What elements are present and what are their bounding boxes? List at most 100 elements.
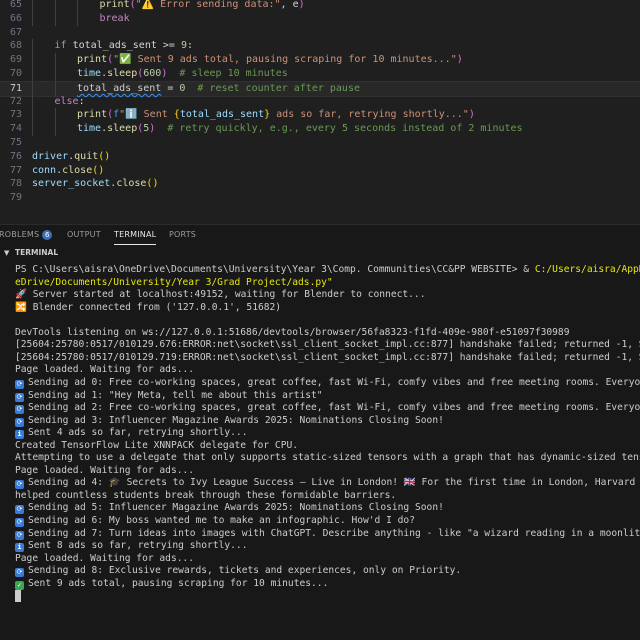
terminal-output[interactable]: PS C:\Users\aisra\OneDrive\Documents\Uni… [0, 261, 640, 640]
terminal-text: 🔀 Blender connected from ('127.0.0.1', 5… [15, 301, 282, 313]
code-line[interactable]: 69 print("✅ Sent 9 ads total, pausing scr… [0, 53, 640, 68]
terminal-line: [25604:25780:0517/010129.676:ERROR:net\s… [15, 339, 640, 352]
tab-ports[interactable]: PORTS [169, 225, 196, 245]
terminal-text: Sent 8 ads so far, retrying shortly... [28, 540, 248, 552]
code-line[interactable]: 65 print("⚠️ Error sending data:", e) [0, 0, 640, 12]
tab-label: PORTS [169, 230, 197, 239]
terminal-line: i Sent 4 ads so far, retrying shortly... [15, 427, 248, 440]
repeat-icon: ⟳ [15, 505, 24, 515]
tab-problems[interactable]: PROBLEMS6 [0, 225, 53, 245]
line-number: 76 [9, 150, 22, 162]
code-text: time.sleep(600) # sleep 10 minutes [77, 67, 288, 81]
code-line[interactable]: 77 conn.close() [0, 164, 640, 178]
tab-label: OUTPUT [67, 230, 101, 239]
code-token: sleep [107, 68, 138, 79]
indent-guide [32, 122, 33, 137]
terminal-section-header[interactable]: ▼ TERMINAL [0, 245, 640, 261]
indent-guide [32, 53, 33, 68]
terminal-text: Sending ad 1: "Hey Meta, tell me about t… [28, 389, 323, 401]
line-number: 66 [9, 12, 22, 24]
code-token: "✅ Sent 9 ads total, pausing scraping fo… [113, 54, 457, 66]
code-line[interactable]: 72 else: [0, 94, 640, 109]
code-token: else [54, 95, 79, 107]
code-text: time.sleep(5) # retry quickly, e.g., eve… [77, 122, 523, 136]
terminal-line: ⟳ Sending ad 5: Influencer Magazine Award… [15, 502, 444, 515]
checkmark-icon: ✓ [15, 580, 24, 590]
indent-guide [54, 108, 56, 123]
code-line[interactable]: 70 time.sleep(600) # sleep 10 minutes [0, 67, 640, 81]
indent-guide [32, 39, 33, 54]
code-text: print(f"ℹ️ Sent {total_ads_sent} ads so … [77, 108, 475, 122]
indent-guide [54, 11, 56, 26]
indent-guide [32, 11, 33, 26]
terminal-line: PS C:\Users\aisra\OneDrive\Documents\Uni… [15, 264, 640, 277]
terminal-text: Page loaded. Waiting for ads... [15, 552, 195, 564]
terminal-text: Page loaded. Waiting for ads... [15, 464, 195, 476]
code-line[interactable]: 66 break [0, 11, 640, 26]
repeat-icon: ⟳ [15, 417, 24, 427]
terminal-text: [25604:25780:0517/010129.719:ERROR:net\s… [15, 351, 640, 363]
line-number: 77 [9, 164, 22, 176]
code-token: # sleep 10 minutes [167, 68, 288, 79]
indent-guide [32, 94, 33, 109]
repeat-icon: ⟳ [15, 405, 24, 415]
code-text: server_socket.close() [32, 177, 158, 191]
indent-guide [32, 67, 33, 81]
code-token: print [77, 109, 108, 121]
terminal-cursor [15, 590, 21, 603]
indent-guide [32, 108, 33, 123]
line-number: 69 [9, 54, 22, 66]
code-line[interactable]: 75 [0, 136, 640, 150]
code-token: total_ads_sent [77, 82, 162, 94]
prompt-text: PS C:\Users\aisra\OneDrive\Documents\Uni… [15, 264, 535, 275]
code-token: break [99, 12, 130, 24]
code-token: ads so far, retrying shortly..." [270, 109, 469, 121]
code-line[interactable]: 74 time.sleep(5) # retry quickly, e.g., e… [0, 122, 640, 137]
code-token: = [161, 82, 180, 94]
command-path: C:/Users/aisra/AppData/ [534, 264, 640, 275]
code-token: total_ads_sent >= [66, 40, 181, 52]
terminal-text: [25604:25780:0517/010129.676:ERROR:net\s… [15, 339, 640, 351]
terminal-text: Attempting to use a delegate that only s… [15, 452, 640, 464]
code-token: conn [32, 164, 57, 176]
tab-terminal[interactable]: TERMINAL [114, 225, 157, 245]
tab-output[interactable]: OUTPUT [67, 225, 101, 245]
code-token: ) [456, 54, 463, 66]
repeat-icon: ⟳ [15, 568, 24, 578]
code-text: else: [55, 95, 85, 109]
code-token: # reset counter after pause [185, 82, 360, 94]
code-line[interactable]: 67 [0, 26, 640, 40]
line-number: 78 [9, 178, 22, 190]
code-token: time [77, 68, 102, 79]
tab-label: TERMINAL [114, 230, 157, 239]
code-token: close [116, 178, 147, 190]
terminal-line: ⟳ Sending ad 8: Exclusive rewards, ticket… [15, 565, 461, 578]
terminal-text: Sent 4 ads so far, retrying shortly... [28, 427, 248, 439]
code-editor[interactable]: 65 print("⚠️ Error sending data:", e) 66 br… [0, 0, 640, 224]
indent-guide [54, 53, 56, 68]
terminal-line: DevTools listening on ws://127.0.0.1:516… [15, 327, 570, 340]
code-line[interactable]: 76 driver.quit() [0, 150, 640, 164]
indent-guide [54, 122, 56, 137]
code-token: ) [298, 0, 305, 10]
code-token: # retry quickly, e.g., every 5 seconds i… [155, 123, 523, 135]
terminal-text: Sending ad 2: Free co-working spaces, gr… [28, 402, 640, 414]
terminal-line: ⟳ Sending ad 1: "Hey Meta, tell me about … [15, 390, 323, 403]
terminal-text: Sending ad 5: Influencer Magazine Awards… [28, 502, 444, 514]
code-line[interactable]: 78 server_socket.close() [0, 177, 640, 191]
terminal-line: Page loaded. Waiting for ads... [15, 465, 194, 478]
code-token: () [146, 178, 159, 190]
panel-tab-bar: PROBLEMS6 OUTPUT TERMINAL PORTS [0, 224, 640, 245]
chevron-down-icon[interactable]: ▼ [4, 245, 9, 261]
code-line[interactable]: 68 if total_ads_sent >= 9: [0, 39, 640, 54]
code-token: if [54, 40, 67, 52]
code-line[interactable]: 79 [0, 191, 640, 205]
terminal-line: ⟳ Sending ad 4: 🎓 Secrets to Ivy League S… [15, 477, 640, 490]
code-text: driver.quit() [32, 150, 110, 164]
code-token: sleep [107, 123, 138, 135]
terminal-line: eDrive/Documents/University/Year 3/Grad … [15, 277, 333, 290]
indent-guide [32, 0, 33, 12]
terminal-line: ✓ Sent 9 ads total, pausing scraping for … [15, 578, 328, 591]
code-line[interactable]: 73 print(f"ℹ️ Sent {total_ads_sent} ads s… [0, 108, 640, 123]
code-token: server_socket [32, 178, 111, 190]
